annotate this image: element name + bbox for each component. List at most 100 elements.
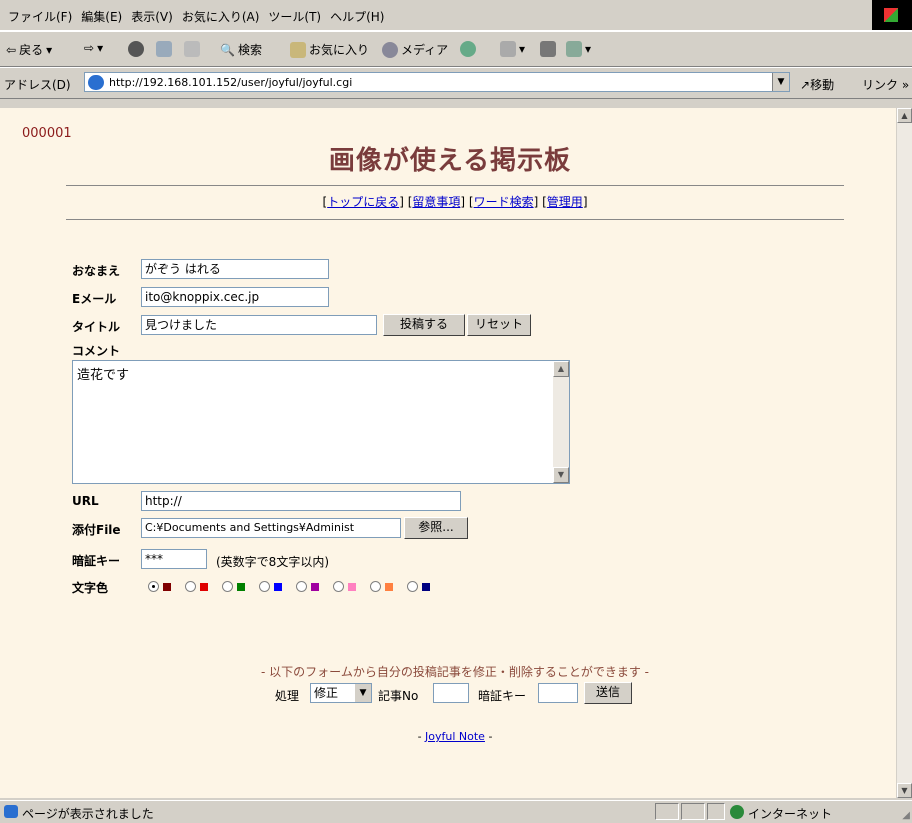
back-label: 戻る xyxy=(19,43,44,57)
mail-button[interactable]: ▾ xyxy=(500,41,525,57)
color-swatch xyxy=(348,582,356,591)
back-button[interactable]: ⇦ 戻る ▾ xyxy=(6,41,52,58)
print-icon xyxy=(540,41,556,57)
color-radio[interactable] xyxy=(148,581,159,592)
color-radio[interactable] xyxy=(333,581,344,592)
chevron-down-icon: ▾ xyxy=(585,42,592,56)
page-done-icon xyxy=(4,805,18,818)
page-scrollbar[interactable]: ▲ ▼ xyxy=(896,108,912,798)
url-input[interactable]: http:// xyxy=(141,491,461,511)
key-note: (英数字で8文字以内) xyxy=(216,555,329,569)
chevron-down-icon[interactable]: ▼ xyxy=(355,684,371,702)
status-pane xyxy=(707,803,725,820)
history-button[interactable] xyxy=(460,41,476,57)
color-swatch xyxy=(274,582,282,591)
address-bar: アドレス(D) http://192.168.101.152/user/joyf… xyxy=(0,67,912,99)
menu-tools[interactable]: ツール(T) xyxy=(268,8,330,25)
favorites-label: お気に入り xyxy=(309,43,370,57)
toolbar: ⇦ 戻る ▾ ⇨ ▾ 🔍 検索 お気に入り メディア ▾ ▾ xyxy=(0,31,912,67)
menu-help[interactable]: ヘルプ(H) xyxy=(330,8,393,25)
ie-page-icon xyxy=(88,75,104,90)
edit-key-input[interactable] xyxy=(538,683,578,703)
media-label: メディア xyxy=(401,43,449,57)
name-input[interactable]: がぞう はれる xyxy=(141,259,329,279)
key-label: 暗証キー xyxy=(72,554,121,568)
resize-grip-icon[interactable]: ◢ xyxy=(902,810,910,821)
comment-textarea[interactable]: 造花です ▲ ▼ xyxy=(72,360,570,484)
footer-link[interactable]: Joyful Note xyxy=(425,730,485,743)
menu-bar: ファイル(F) 編集(E) 表示(V) お気に入り(A) ツール(T) ヘルプ(… xyxy=(0,0,912,31)
color-radio[interactable] xyxy=(259,581,270,592)
search-label: 検索 xyxy=(237,43,262,57)
nav-link-notes[interactable]: 留意事項 xyxy=(412,195,460,209)
menu-edit[interactable]: 編集(E) xyxy=(81,8,131,25)
nav-link-admin[interactable]: 管理用 xyxy=(547,195,583,209)
mail-icon xyxy=(500,41,516,57)
refresh-button[interactable] xyxy=(156,41,172,57)
color-radio[interactable] xyxy=(407,581,418,592)
scroll-down-icon[interactable]: ▼ xyxy=(553,467,569,483)
nav-link-top[interactable]: トップに戻る xyxy=(327,195,399,209)
comment-label: コメント xyxy=(72,344,121,358)
forward-button[interactable]: ⇨ ▾ xyxy=(84,41,103,55)
submit-button[interactable]: 投稿する xyxy=(383,314,465,336)
footer: - Joyful Note - xyxy=(417,730,493,743)
name-label: おなまえ xyxy=(72,264,121,278)
file-input[interactable]: C:¥Documents and Settings¥Administ xyxy=(141,518,401,538)
key-input[interactable]: *** xyxy=(141,549,207,569)
home-icon xyxy=(184,41,200,57)
color-radio[interactable] xyxy=(296,581,307,592)
title-label: タイトル xyxy=(72,320,121,334)
color-swatch xyxy=(385,582,393,591)
divider-top xyxy=(66,185,844,186)
color-swatch xyxy=(422,582,430,591)
comment-scrollbar[interactable]: ▲ ▼ xyxy=(553,361,569,483)
address-input[interactable]: http://192.168.101.152/user/joyful/joyfu… xyxy=(84,72,790,92)
chevron-down-icon: ▾ xyxy=(46,42,53,57)
reset-button[interactable]: リセット xyxy=(467,314,531,336)
status-text: ページが表示されました xyxy=(22,807,154,821)
color-radio[interactable] xyxy=(370,581,381,592)
nav-link-search[interactable]: ワード検索 xyxy=(474,195,534,209)
scroll-down-icon[interactable]: ▼ xyxy=(897,783,912,798)
title-input[interactable]: 見つけました xyxy=(141,315,377,335)
go-button[interactable]: ↗移動 xyxy=(800,76,834,93)
chevron-down-icon: ▾ xyxy=(97,41,104,55)
stop-button[interactable] xyxy=(128,41,144,57)
color-swatch xyxy=(311,582,319,591)
links-button[interactable]: リンク » xyxy=(862,76,909,93)
edit-note: - 以下のフォームから自分の投稿記事を修正・削除することができます - xyxy=(261,665,649,679)
color-radio[interactable] xyxy=(222,581,233,592)
address-dropdown-icon[interactable]: ▼ xyxy=(772,73,789,91)
menu-favorites[interactable]: お気に入り(A) xyxy=(182,8,269,25)
post-no-input[interactable] xyxy=(433,683,469,703)
internet-zone-icon xyxy=(730,805,744,819)
color-label: 文字色 xyxy=(72,581,109,595)
url-label: URL xyxy=(72,494,99,508)
color-swatch xyxy=(237,582,245,591)
edit-key-label: 暗証キー xyxy=(478,689,527,703)
email-label: Eメール xyxy=(72,292,117,306)
address-label: アドレス(D) xyxy=(4,78,71,92)
print-button[interactable] xyxy=(540,41,556,57)
menu-view[interactable]: 表示(V) xyxy=(131,8,182,25)
go-label: 移動 xyxy=(810,78,835,92)
scroll-up-icon[interactable]: ▲ xyxy=(553,361,569,377)
send-button[interactable]: 送信 xyxy=(584,682,632,704)
search-button[interactable]: 🔍 検索 xyxy=(220,41,262,58)
mode-select[interactable]: 修正 ▼ xyxy=(310,683,372,703)
back-arrow-icon: ⇦ xyxy=(6,42,17,57)
color-radio[interactable] xyxy=(185,581,196,592)
email-input[interactable]: ito@knoppix.cec.jp xyxy=(141,287,329,307)
edit-button[interactable]: ▾ xyxy=(566,41,591,57)
favorites-button[interactable]: お気に入り xyxy=(290,41,369,58)
divider-bottom xyxy=(66,219,844,220)
home-button[interactable] xyxy=(184,41,200,57)
favorites-icon xyxy=(290,41,306,58)
media-button[interactable]: メディア xyxy=(382,41,448,58)
browse-button[interactable]: 参照... xyxy=(404,517,468,539)
content-left-margin xyxy=(0,108,10,798)
menu-file[interactable]: ファイル(F) xyxy=(8,8,81,25)
edit-icon xyxy=(566,41,582,57)
scroll-up-icon[interactable]: ▲ xyxy=(897,108,912,123)
